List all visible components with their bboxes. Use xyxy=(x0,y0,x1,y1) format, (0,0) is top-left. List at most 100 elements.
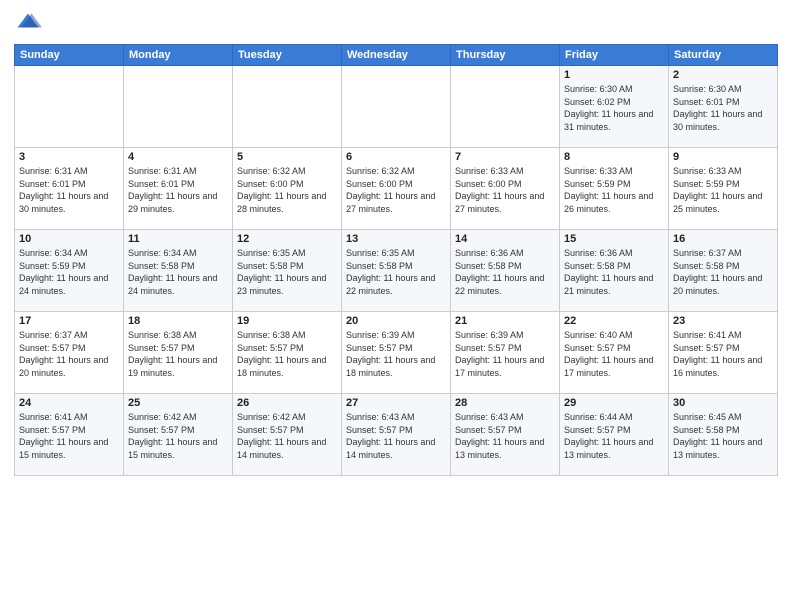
day-number: 3 xyxy=(19,151,119,163)
calendar-cell: 18Sunrise: 6:38 AM Sunset: 5:57 PM Dayli… xyxy=(124,312,233,394)
day-info: Sunrise: 6:33 AM Sunset: 6:00 PM Dayligh… xyxy=(455,165,555,215)
calendar-cell: 21Sunrise: 6:39 AM Sunset: 5:57 PM Dayli… xyxy=(451,312,560,394)
logo-icon xyxy=(14,10,42,38)
day-number: 22 xyxy=(564,315,664,327)
day-number: 26 xyxy=(237,397,337,409)
calendar-cell xyxy=(15,66,124,148)
day-info: Sunrise: 6:45 AM Sunset: 5:58 PM Dayligh… xyxy=(673,411,773,461)
calendar-cell: 1 Sunrise: 6:30 AM Sunset: 6:02 PM Daylig… xyxy=(560,66,669,148)
day-info: Sunrise: 6:36 AM Sunset: 5:58 PM Dayligh… xyxy=(564,247,664,297)
calendar-cell: 15 Sunrise: 6:36 AM Sunset: 5:58 PM Dayli… xyxy=(560,230,669,312)
calendar-cell: 12 Sunrise: 6:35 AM Sunset: 5:58 PM Dayli… xyxy=(233,230,342,312)
calendar-week-1: 1 Sunrise: 6:30 AM Sunset: 6:02 PM Daylig… xyxy=(15,66,778,148)
calendar-header-sunday: Sunday xyxy=(15,45,124,66)
calendar-cell xyxy=(233,66,342,148)
calendar-week-2: 3 Sunrise: 6:31 AM Sunset: 6:01 PM Daylig… xyxy=(15,148,778,230)
logo xyxy=(14,10,46,38)
day-number: 13 xyxy=(346,233,446,245)
day-number: 11 xyxy=(128,233,228,245)
calendar-header-row: SundayMondayTuesdayWednesdayThursdayFrid… xyxy=(15,45,778,66)
calendar-cell: 6 Sunrise: 6:32 AM Sunset: 6:00 PM Daylig… xyxy=(342,148,451,230)
day-number: 6 xyxy=(346,151,446,163)
calendar-cell: 8 Sunrise: 6:33 AM Sunset: 5:59 PM Daylig… xyxy=(560,148,669,230)
calendar-cell: 17 Sunrise: 6:37 AM Sunset: 5:57 PM Dayli… xyxy=(15,312,124,394)
day-number: 1 xyxy=(564,69,664,81)
day-info: Sunrise: 6:32 AM Sunset: 6:00 PM Dayligh… xyxy=(237,165,337,215)
calendar-cell: 22 Sunrise: 6:40 AM Sunset: 5:57 PM Dayli… xyxy=(560,312,669,394)
day-number: 30 xyxy=(673,397,773,409)
calendar-header-saturday: Saturday xyxy=(669,45,778,66)
day-number: 8 xyxy=(564,151,664,163)
calendar-cell xyxy=(124,66,233,148)
calendar-cell: 14 Sunrise: 6:36 AM Sunset: 5:58 PM Dayli… xyxy=(451,230,560,312)
day-number: 18 xyxy=(128,315,228,327)
calendar-cell: 5 Sunrise: 6:32 AM Sunset: 6:00 PM Daylig… xyxy=(233,148,342,230)
calendar-cell: 30 Sunrise: 6:45 AM Sunset: 5:58 PM Dayli… xyxy=(669,394,778,476)
day-info: Sunrise: 6:35 AM Sunset: 5:58 PM Dayligh… xyxy=(346,247,446,297)
calendar-week-4: 17 Sunrise: 6:37 AM Sunset: 5:57 PM Dayli… xyxy=(15,312,778,394)
day-number: 16 xyxy=(673,233,773,245)
calendar-cell: 20 Sunrise: 6:39 AM Sunset: 5:57 PM Dayli… xyxy=(342,312,451,394)
day-number: 9 xyxy=(673,151,773,163)
day-info: Sunrise: 6:34 AM Sunset: 5:58 PM Dayligh… xyxy=(128,247,228,297)
day-info: Sunrise: 6:33 AM Sunset: 5:59 PM Dayligh… xyxy=(673,165,773,215)
day-number: 28 xyxy=(455,397,555,409)
calendar-cell: 24Sunrise: 6:41 AM Sunset: 5:57 PM Dayli… xyxy=(15,394,124,476)
day-info: Sunrise: 6:41 AM Sunset: 5:57 PM Dayligh… xyxy=(673,329,773,379)
calendar-header-thursday: Thursday xyxy=(451,45,560,66)
day-info: Sunrise: 6:44 AM Sunset: 5:57 PM Dayligh… xyxy=(564,411,664,461)
day-info: Sunrise: 6:43 AM Sunset: 5:57 PM Dayligh… xyxy=(455,411,555,461)
day-number: 10 xyxy=(19,233,119,245)
calendar-cell: 13 Sunrise: 6:35 AM Sunset: 5:58 PM Dayli… xyxy=(342,230,451,312)
calendar-cell: 10 Sunrise: 6:34 AM Sunset: 5:59 PM Dayli… xyxy=(15,230,124,312)
calendar-header-wednesday: Wednesday xyxy=(342,45,451,66)
day-info: Sunrise: 6:38 AM Sunset: 5:57 PM Dayligh… xyxy=(237,329,337,379)
day-info: Sunrise: 6:42 AM Sunset: 5:57 PM Dayligh… xyxy=(128,411,228,461)
day-number: 20 xyxy=(346,315,446,327)
calendar-cell xyxy=(451,66,560,148)
day-number: 5 xyxy=(237,151,337,163)
day-info: Sunrise: 6:31 AM Sunset: 6:01 PM Dayligh… xyxy=(128,165,228,215)
day-number: 15 xyxy=(564,233,664,245)
calendar-cell: 4 Sunrise: 6:31 AM Sunset: 6:01 PM Daylig… xyxy=(124,148,233,230)
calendar-week-3: 10 Sunrise: 6:34 AM Sunset: 5:59 PM Dayli… xyxy=(15,230,778,312)
day-info: Sunrise: 6:40 AM Sunset: 5:57 PM Dayligh… xyxy=(564,329,664,379)
calendar-header-friday: Friday xyxy=(560,45,669,66)
day-info: Sunrise: 6:36 AM Sunset: 5:58 PM Dayligh… xyxy=(455,247,555,297)
day-number: 29 xyxy=(564,397,664,409)
day-number: 19 xyxy=(237,315,337,327)
calendar-cell: 3 Sunrise: 6:31 AM Sunset: 6:01 PM Daylig… xyxy=(15,148,124,230)
calendar-header-monday: Monday xyxy=(124,45,233,66)
calendar-cell: 7 Sunrise: 6:33 AM Sunset: 6:00 PM Daylig… xyxy=(451,148,560,230)
calendar-week-5: 24Sunrise: 6:41 AM Sunset: 5:57 PM Dayli… xyxy=(15,394,778,476)
day-info: Sunrise: 6:32 AM Sunset: 6:00 PM Dayligh… xyxy=(346,165,446,215)
calendar-cell: 26Sunrise: 6:42 AM Sunset: 5:57 PM Dayli… xyxy=(233,394,342,476)
calendar: SundayMondayTuesdayWednesdayThursdayFrid… xyxy=(14,44,778,476)
day-info: Sunrise: 6:43 AM Sunset: 5:57 PM Dayligh… xyxy=(346,411,446,461)
calendar-cell: 16 Sunrise: 6:37 AM Sunset: 5:58 PM Dayli… xyxy=(669,230,778,312)
day-info: Sunrise: 6:31 AM Sunset: 6:01 PM Dayligh… xyxy=(19,165,119,215)
day-info: Sunrise: 6:30 AM Sunset: 6:02 PM Dayligh… xyxy=(564,83,664,133)
day-number: 14 xyxy=(455,233,555,245)
day-info: Sunrise: 6:39 AM Sunset: 5:57 PM Dayligh… xyxy=(346,329,446,379)
day-info: Sunrise: 6:30 AM Sunset: 6:01 PM Dayligh… xyxy=(673,83,773,133)
day-number: 21 xyxy=(455,315,555,327)
day-info: Sunrise: 6:33 AM Sunset: 5:59 PM Dayligh… xyxy=(564,165,664,215)
day-number: 7 xyxy=(455,151,555,163)
day-info: Sunrise: 6:34 AM Sunset: 5:59 PM Dayligh… xyxy=(19,247,119,297)
calendar-cell: 2Sunrise: 6:30 AM Sunset: 6:01 PM Daylig… xyxy=(669,66,778,148)
main-container: SundayMondayTuesdayWednesdayThursdayFrid… xyxy=(0,0,792,612)
calendar-cell: 28 Sunrise: 6:43 AM Sunset: 5:57 PM Dayli… xyxy=(451,394,560,476)
day-info: Sunrise: 6:35 AM Sunset: 5:58 PM Dayligh… xyxy=(237,247,337,297)
calendar-cell: 27 Sunrise: 6:43 AM Sunset: 5:57 PM Dayli… xyxy=(342,394,451,476)
day-number: 4 xyxy=(128,151,228,163)
day-number: 25 xyxy=(128,397,228,409)
day-number: 24 xyxy=(19,397,119,409)
calendar-cell: 11 Sunrise: 6:34 AM Sunset: 5:58 PM Dayli… xyxy=(124,230,233,312)
day-number: 17 xyxy=(19,315,119,327)
day-number: 12 xyxy=(237,233,337,245)
day-info: Sunrise: 6:37 AM Sunset: 5:58 PM Dayligh… xyxy=(673,247,773,297)
day-number: 23 xyxy=(673,315,773,327)
day-info: Sunrise: 6:37 AM Sunset: 5:57 PM Dayligh… xyxy=(19,329,119,379)
day-number: 27 xyxy=(346,397,446,409)
